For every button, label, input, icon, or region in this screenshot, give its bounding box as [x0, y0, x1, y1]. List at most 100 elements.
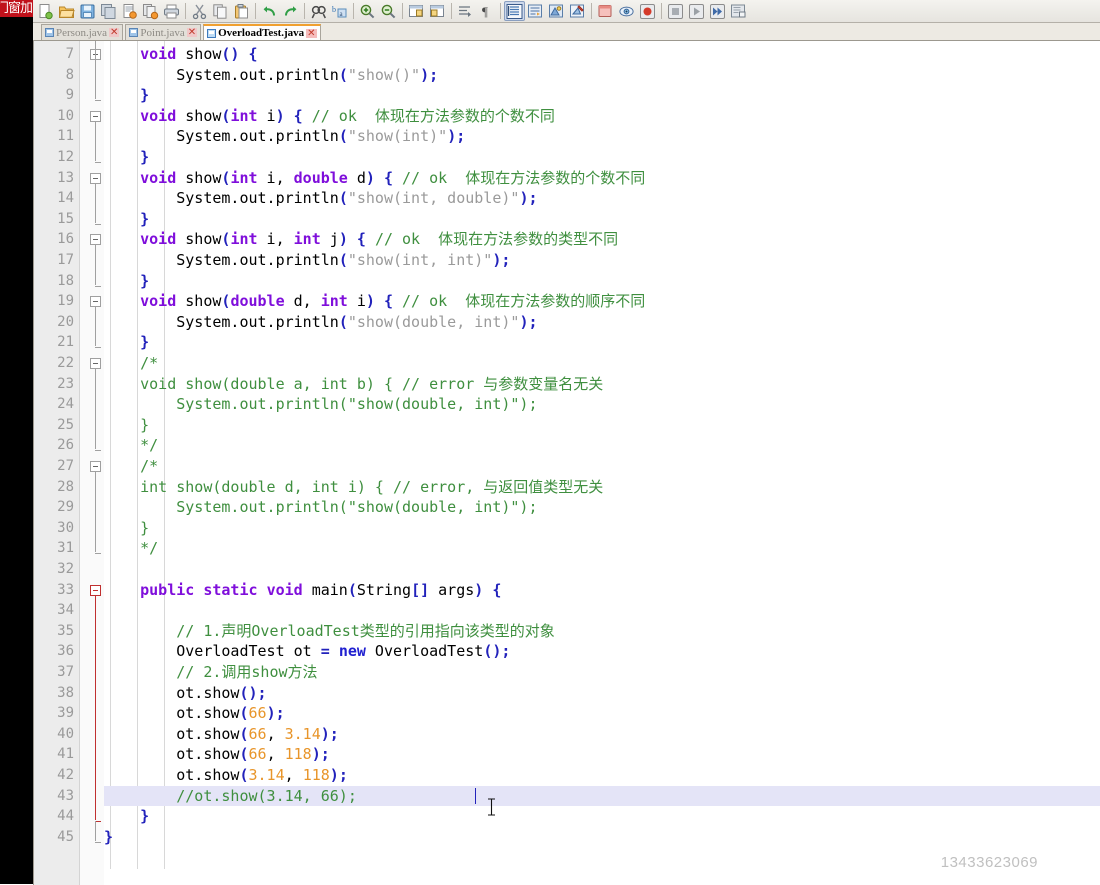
- code-token-plain: show: [176, 230, 222, 249]
- macro-run-multi-icon[interactable]: [707, 1, 728, 21]
- code-token-pn: }: [140, 333, 150, 352]
- code-token-plain: i,: [257, 168, 294, 187]
- code-line: void show(int i, double d) { // ok 体现在方法…: [104, 168, 645, 189]
- sync-scroll-v-icon[interactable]: [406, 1, 427, 21]
- code-token-plain: i,: [257, 230, 294, 249]
- code-token-cm: // ok 体现在方法参数的个数不同: [311, 106, 555, 125]
- save-as-icon[interactable]: [119, 1, 140, 21]
- close-icon[interactable]: ✕: [306, 28, 317, 38]
- cut-icon[interactable]: [189, 1, 210, 21]
- zoom-out-icon[interactable]: [378, 1, 399, 21]
- editor[interactable]: 7 void show() {8 System.out.println("sho…: [33, 41, 1100, 885]
- code-token-plain: ot.show: [104, 724, 240, 743]
- code-line: ot.show(3.14, 118);: [104, 765, 348, 786]
- code-token-pn: (): [483, 642, 502, 661]
- line-number: 26: [57, 437, 74, 454]
- code-token-plain: show: [176, 168, 222, 187]
- show-indent-guide-icon[interactable]: [504, 1, 525, 21]
- code-token-cm: */: [104, 436, 159, 455]
- open-folder-icon[interactable]: [56, 1, 77, 21]
- wrap-icon[interactable]: [525, 1, 546, 21]
- close-icon[interactable]: ✕: [186, 28, 198, 38]
- user-defined-lang-icon[interactable]: [567, 1, 588, 21]
- save-icon[interactable]: [77, 1, 98, 21]
- replace-icon[interactable]: ba: [329, 1, 350, 21]
- line-number: 8: [65, 66, 74, 83]
- code-token-str: "show(int, int)": [347, 251, 493, 269]
- left-black-strip: [0, 0, 33, 884]
- code-line: }: [104, 827, 113, 848]
- code-token-pn: (: [338, 312, 348, 331]
- code-token-pn: ): [275, 106, 285, 125]
- code-token-pn: (: [338, 189, 348, 208]
- code-token-kw: void: [140, 168, 177, 187]
- copy-icon[interactable]: [210, 1, 231, 21]
- code-token-plain: System.out.println: [104, 189, 339, 208]
- function-list-icon[interactable]: [616, 1, 637, 21]
- code-token-str: "show(int, double)": [347, 189, 520, 208]
- code-line: System.out.println("show(int, int)");: [104, 250, 510, 271]
- code-token-kw: int: [230, 168, 258, 187]
- all-chars-icon[interactable]: [546, 1, 567, 21]
- tab-label: OverloadTest.java: [218, 27, 305, 39]
- print-icon[interactable]: [161, 1, 182, 21]
- line-number: 32: [57, 561, 74, 577]
- macro-record-icon[interactable]: [637, 1, 658, 21]
- undo-icon[interactable]: [259, 1, 280, 21]
- find-icon[interactable]: [308, 1, 329, 21]
- code-token-str: "show(int)": [347, 127, 448, 146]
- show-pilcrow-icon[interactable]: ¶: [476, 1, 497, 21]
- tab-person-java[interactable]: Person.java ✕: [41, 24, 124, 40]
- code-token-plain: ot.show: [104, 745, 240, 764]
- code-token-pn: {: [492, 580, 502, 599]
- code-token-cm: System.out.println("show(double, int)");: [104, 498, 538, 517]
- zoom-in-icon[interactable]: [357, 1, 378, 21]
- show-whitespace-icon[interactable]: [455, 1, 476, 21]
- sync-scroll-h-icon[interactable]: [427, 1, 448, 21]
- code-token-plain: d: [347, 168, 366, 187]
- macro-save-icon[interactable]: [728, 1, 749, 21]
- document-map-icon[interactable]: [595, 1, 616, 21]
- fold-line: [95, 182, 96, 223]
- code-line: }: [104, 209, 149, 230]
- new-file-icon[interactable]: [35, 1, 56, 21]
- close-icon[interactable]: ✕: [109, 28, 120, 38]
- paste-icon[interactable]: [231, 1, 252, 21]
- line-number: 22: [57, 355, 74, 371]
- code-token-cm: /*: [104, 354, 159, 372]
- redo-icon[interactable]: [280, 1, 301, 21]
- code-token-pn: {: [248, 45, 258, 63]
- save-copy-icon[interactable]: [140, 1, 161, 21]
- code-line: }: [104, 85, 149, 106]
- save-all-icon[interactable]: [98, 1, 119, 21]
- line-number: 25: [57, 416, 74, 433]
- code-line: void show() {: [104, 44, 258, 65]
- code-token-plain: i: [257, 106, 276, 125]
- fold-line: [95, 41, 96, 59]
- line-number: 19: [57, 293, 74, 310]
- red-banner-text: 门窗加: [0, 1, 33, 16]
- tab-bar: Person.java ✕ Point.java ✕ OverloadTest.java…: [33, 23, 1100, 41]
- tab-overloadtest-java[interactable]: OverloadTest.java ✕: [203, 24, 321, 40]
- code-token-plain: show: [176, 45, 222, 63]
- code-token-plain: d,: [284, 292, 321, 311]
- line-number: 45: [57, 828, 74, 845]
- code-token-pn: ;: [257, 683, 267, 702]
- code-token-plain: String: [356, 580, 412, 599]
- tab-point-java[interactable]: Point.java ✕: [125, 24, 202, 40]
- macro-stop-icon[interactable]: [665, 1, 686, 21]
- tab-label: Point.java: [140, 26, 185, 39]
- code-token-kw: int: [230, 106, 258, 125]
- code-token-pn: {: [383, 292, 393, 311]
- code-token-plain: show: [176, 292, 222, 311]
- macro-play-icon[interactable]: [686, 1, 707, 21]
- code-token-pn: (: [239, 704, 249, 723]
